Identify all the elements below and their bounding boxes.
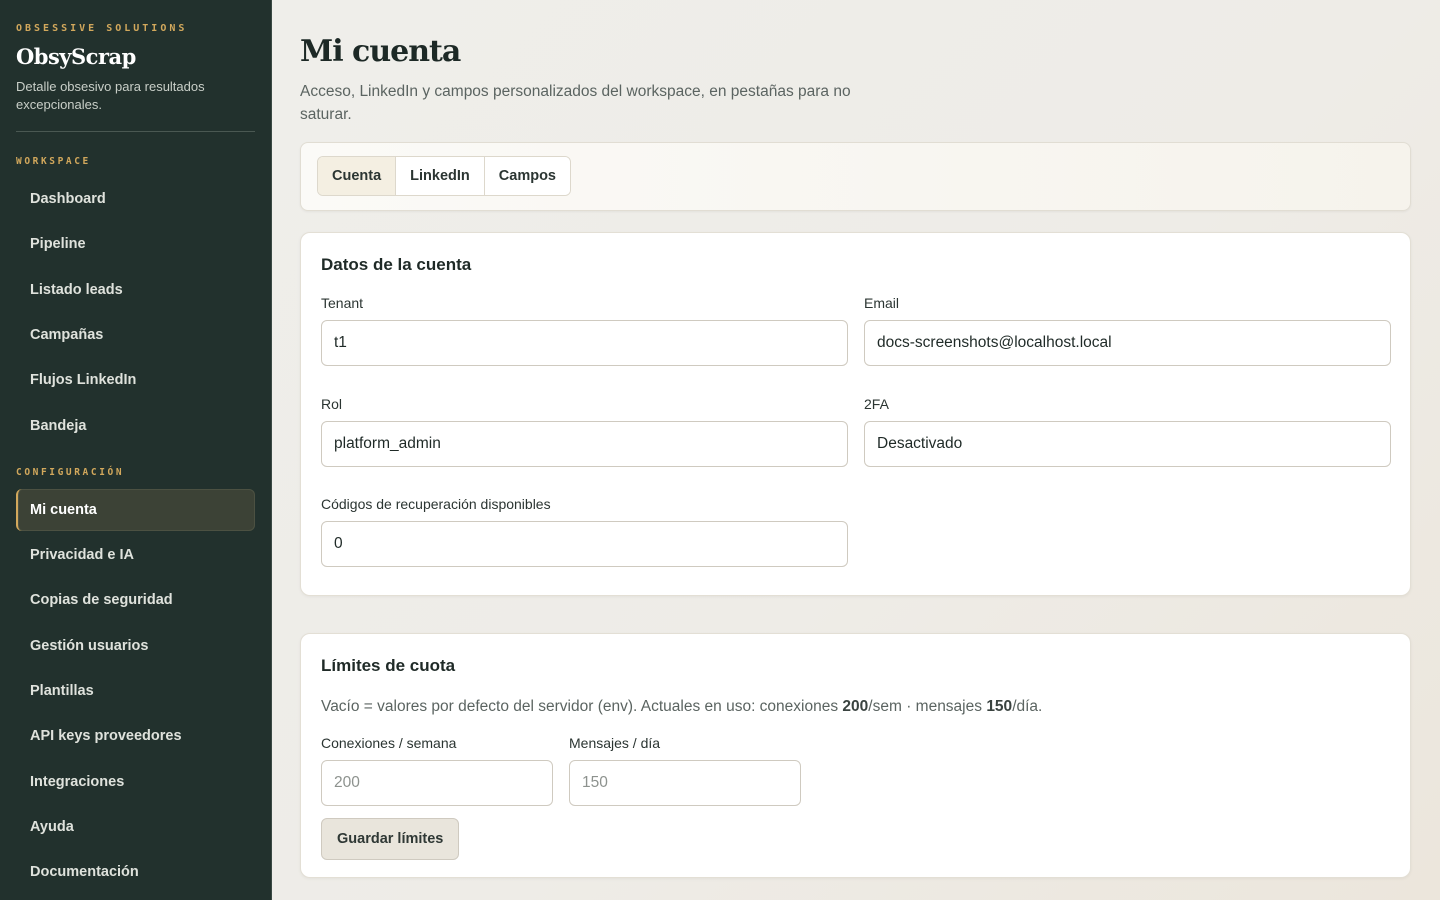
- sidebar-item-documentacion[interactable]: Documentación: [16, 851, 255, 893]
- sidebar-divider: [16, 131, 255, 132]
- save-limits-button[interactable]: Guardar límites: [321, 818, 460, 860]
- page-title: Mi cuenta: [300, 34, 461, 69]
- connections-current-value: 200: [842, 698, 869, 715]
- brand-tagline: OBSESSIVE SOLUTIONS: [16, 23, 188, 34]
- email-label: Email: [864, 295, 900, 311]
- main-content: Mi cuenta Acceso, LinkedIn y campos pers…: [272, 0, 1440, 900]
- section-label-workspace: WORKSPACE: [16, 156, 91, 167]
- role-field[interactable]: [321, 421, 848, 467]
- sidebar-item-flujos-linkedin[interactable]: Flujos LinkedIn: [16, 359, 255, 401]
- sidebar-item-api-keys[interactable]: API keys proveedores: [16, 715, 255, 757]
- account-card: Datos de la cuenta Tenant Email Rol 2FA …: [300, 232, 1411, 596]
- messages-current-value: 150: [986, 698, 1013, 715]
- recovery-codes-field[interactable]: [321, 521, 848, 567]
- sidebar-item-mi-cuenta[interactable]: Mi cuenta: [16, 489, 255, 531]
- sidebar-item-copias-seguridad[interactable]: Copias de seguridad: [16, 579, 255, 621]
- sidebar-item-pipeline[interactable]: Pipeline: [16, 223, 255, 265]
- section-label-configuracion: CONFIGURACIÓN: [16, 467, 125, 478]
- tenant-label: Tenant: [321, 295, 364, 311]
- tabs-bar: Cuenta LinkedIn Campos: [300, 142, 1411, 211]
- twofa-label: 2FA: [864, 396, 889, 412]
- quota-note: Vacío = valores por defecto del servidor…: [321, 698, 1043, 715]
- connections-label: Conexiones / semana: [321, 735, 457, 751]
- role-label: Rol: [321, 396, 343, 412]
- email-field[interactable]: [864, 320, 1391, 366]
- tab-linkedin[interactable]: LinkedIn: [396, 157, 485, 195]
- account-card-title: Datos de la cuenta: [321, 255, 472, 274]
- recovery-codes-label: Códigos de recuperación disponibles: [321, 496, 551, 512]
- tab-group: Cuenta LinkedIn Campos: [317, 156, 571, 196]
- messages-label: Mensajes / día: [569, 735, 661, 751]
- sidebar-item-dashboard[interactable]: Dashboard: [16, 178, 255, 220]
- sidebar-item-plantillas[interactable]: Plantillas: [16, 670, 255, 712]
- tab-cuenta[interactable]: Cuenta: [318, 157, 397, 195]
- brand-description: Detalle obsesivo para resultados excepci…: [16, 79, 205, 112]
- tab-campos[interactable]: Campos: [484, 157, 570, 195]
- tenant-field[interactable]: [321, 320, 848, 366]
- sidebar: OBSESSIVE SOLUTIONS ObsyScrap Detalle ob…: [0, 0, 272, 900]
- sidebar-item-privacidad-ia[interactable]: Privacidad e IA: [16, 534, 255, 576]
- page-subtitle: Acceso, LinkedIn y campos personalizados…: [300, 83, 851, 123]
- sidebar-item-integraciones[interactable]: Integraciones: [16, 761, 255, 803]
- quota-card: Límites de cuota Vacío = valores por def…: [300, 633, 1411, 878]
- twofa-field[interactable]: [864, 421, 1391, 467]
- sidebar-item-campanas[interactable]: Campañas: [16, 314, 255, 356]
- messages-per-day-input[interactable]: [569, 760, 801, 806]
- quota-card-title: Límites de cuota: [321, 656, 456, 675]
- sidebar-item-ayuda[interactable]: Ayuda: [16, 806, 255, 848]
- sidebar-item-listado-leads[interactable]: Listado leads: [16, 269, 255, 311]
- sidebar-item-bandeja[interactable]: Bandeja: [16, 405, 255, 447]
- brand-logo-text[interactable]: ObsyScrap: [16, 44, 136, 69]
- connections-per-week-input[interactable]: [321, 760, 553, 806]
- sidebar-item-gestion-usuarios[interactable]: Gestión usuarios: [16, 625, 255, 667]
